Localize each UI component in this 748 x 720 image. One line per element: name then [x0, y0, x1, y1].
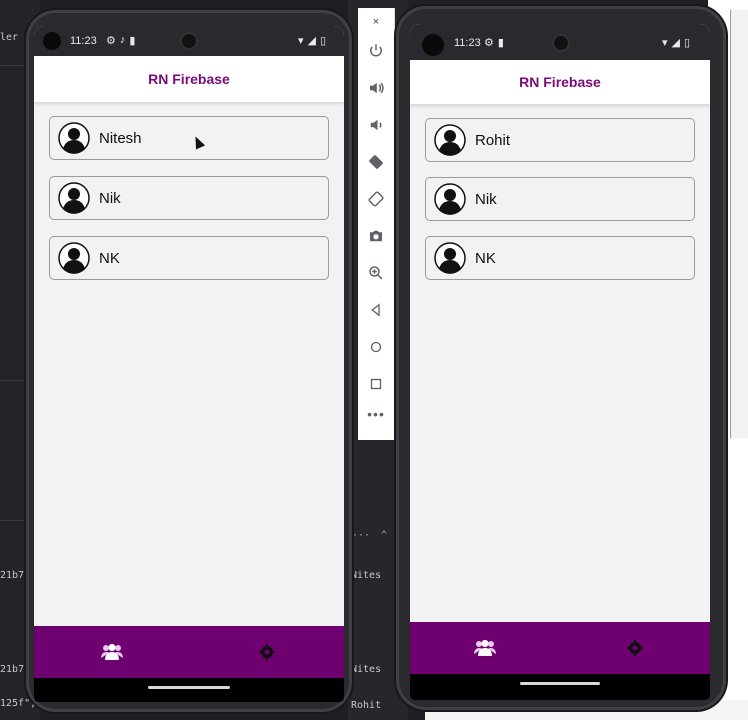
settings-status-icon: ⚙ [484, 37, 494, 49]
phone-right-screen: 11:23 ⚙ ▮ ▾ ◢ ▯ RN Firebase Rohit Nik NK [410, 24, 710, 700]
editor-code-line: Nites [351, 664, 382, 675]
editor-code-line: Rohit [351, 700, 382, 711]
sd-card-icon: ▮ [129, 35, 136, 47]
status-time: 11:23 [454, 37, 481, 49]
tab-users[interactable] [82, 634, 142, 670]
zoom-icon[interactable] [364, 261, 388, 285]
volume-up-icon[interactable] [364, 76, 388, 100]
rotate-right-icon[interactable] [364, 187, 388, 211]
user-name: Nitesh [99, 129, 142, 147]
system-nav-bar [34, 678, 344, 702]
user-card[interactable]: NK [425, 236, 695, 280]
volume-down-icon[interactable] [364, 113, 388, 137]
mic-status-icon: ♪ [119, 34, 126, 46]
wifi-icon: ▾ [661, 37, 668, 49]
phone-left-screen: 11:23 ⚙ ♪ ▮ ▾ ◢ ▯ RN Firebase Nitesh Nik… [34, 26, 344, 702]
user-name: Nik [475, 190, 497, 208]
home-indicator[interactable] [148, 686, 230, 689]
status-notification-icons: ⚙ ♪ ▮ [106, 34, 135, 47]
user-name: Rohit [475, 131, 511, 149]
tab-users[interactable] [455, 630, 515, 666]
front-camera [180, 32, 198, 50]
battery-icon: ▯ [319, 35, 326, 47]
editor-left-snippet: ler [0, 32, 19, 43]
rotate-left-icon[interactable] [364, 150, 388, 174]
status-bar: 11:23 ⚙ ♪ ▮ ▾ ◢ ▯ [34, 26, 344, 56]
avatar-icon [58, 242, 90, 274]
system-nav-bar [410, 674, 710, 700]
camera-icon[interactable] [364, 224, 388, 248]
power-icon[interactable] [364, 39, 388, 63]
status-system-icons: ▾ ◢ ▯ [662, 36, 690, 49]
signal-icon: ◢ [307, 35, 316, 47]
editor-code-line: 125f", [0, 698, 37, 709]
user-card[interactable]: Nik [425, 177, 695, 221]
signal-icon: ◢ [671, 37, 680, 49]
app-header: RN Firebase [34, 56, 344, 102]
user-card[interactable]: Rohit [425, 118, 695, 162]
wifi-icon: ▾ [297, 35, 304, 47]
emulator-toolbar: × ••• [358, 8, 395, 440]
avatar-icon [434, 242, 466, 274]
close-icon[interactable]: × [373, 12, 379, 32]
home-icon[interactable] [364, 335, 388, 359]
avatar-icon [434, 183, 466, 215]
user-name: NK [99, 249, 120, 267]
settings-status-icon: ⚙ [106, 35, 116, 47]
bottom-tab-bar [410, 622, 710, 674]
back-icon[interactable] [364, 298, 388, 322]
users-icon [474, 639, 496, 656]
battery-icon: ▯ [683, 37, 690, 49]
avatar-icon [58, 122, 90, 154]
user-name: NK [475, 249, 496, 267]
gear-icon [258, 644, 275, 660]
avatar-icon [434, 124, 466, 156]
user-list: Nitesh Nik NK [34, 102, 344, 280]
status-notification-icons: ⚙ ▮ [484, 36, 504, 49]
front-camera [552, 34, 570, 52]
app-header: RN Firebase [410, 60, 710, 104]
user-card[interactable]: Nitesh [49, 116, 329, 160]
bottom-tab-bar [34, 626, 344, 678]
status-system-icons: ▾ ◢ ▯ [298, 34, 326, 47]
punch-hole [43, 32, 61, 50]
overview-icon[interactable] [364, 372, 388, 396]
users-icon [100, 643, 123, 660]
tab-settings[interactable] [237, 634, 297, 670]
sd-card-icon: ▮ [497, 37, 504, 49]
editor-ellipsis[interactable]: ··· [352, 530, 370, 541]
gear-icon [627, 640, 643, 656]
user-card[interactable]: NK [49, 236, 329, 280]
punch-hole [422, 34, 444, 56]
phone-left: 11:23 ⚙ ♪ ▮ ▾ ◢ ▯ RN Firebase Nitesh Nik… [26, 10, 352, 712]
status-bar: 11:23 ⚙ ▮ ▾ ◢ ▯ [410, 24, 710, 60]
user-card[interactable]: Nik [49, 176, 329, 220]
browser-frame [730, 10, 748, 438]
home-indicator[interactable] [520, 682, 600, 685]
user-name: Nik [99, 189, 121, 207]
user-list: Rohit Nik NK [410, 104, 710, 280]
tab-settings[interactable] [605, 630, 665, 666]
phone-right: 11:23 ⚙ ▮ ▾ ◢ ▯ RN Firebase Rohit Nik NK [396, 6, 726, 710]
editor-code-line: Nites [351, 570, 382, 581]
status-time: 11:23 [70, 35, 97, 47]
more-icon[interactable]: ••• [367, 406, 385, 422]
editor-caret[interactable]: ^ [381, 530, 387, 541]
avatar-icon [58, 182, 90, 214]
